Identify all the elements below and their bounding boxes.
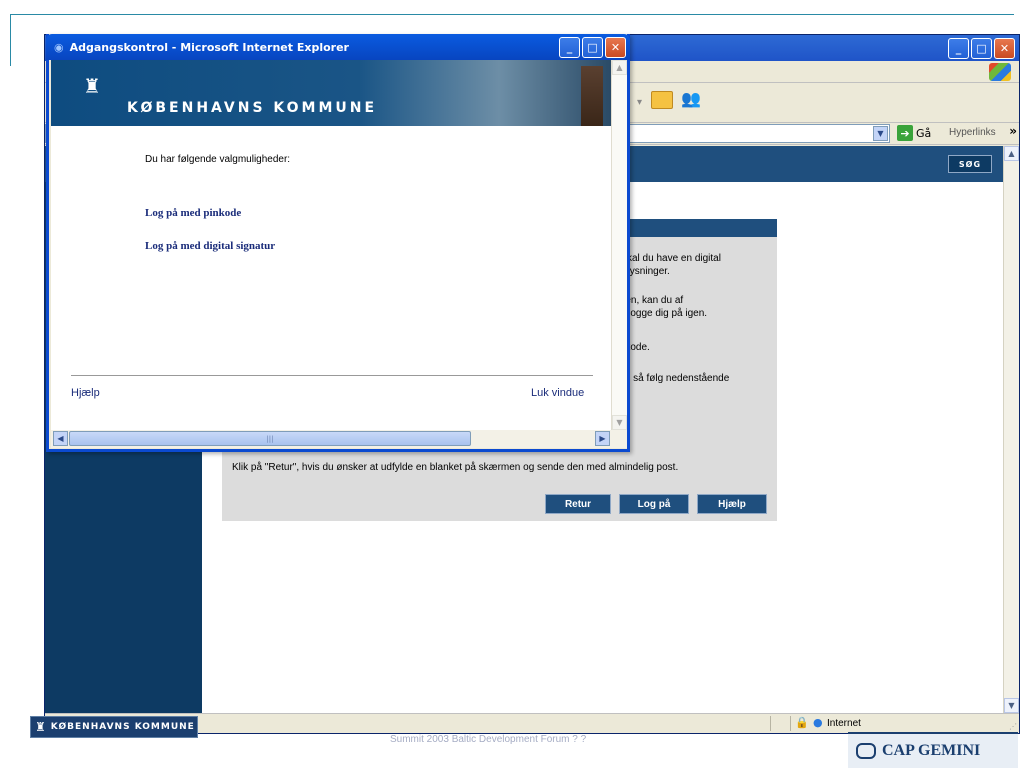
ie-icon: ◉ (54, 40, 64, 54)
panel-text-6: e, så følg nedenstående (622, 373, 730, 384)
go-arrow-icon: ➔ (897, 125, 913, 141)
hyperlinks-toolbar[interactable]: Hyperlinks (949, 127, 996, 138)
maximize-icon[interactable]: □ (971, 38, 992, 59)
scroll-down-icon[interactable]: ▼ (1004, 698, 1019, 713)
status-divider (790, 716, 791, 731)
access-control-popup: ◉ Adgangskontrol - Microsoft Internet Ex… (46, 34, 630, 452)
bg-window-controls: _ □ ✕ (948, 38, 1015, 59)
chevron-down-icon[interactable]: ▼ (873, 126, 888, 141)
popup-title: Adgangskontrol - Microsoft Internet Expl… (69, 40, 349, 54)
retur-button[interactable]: Retur (545, 494, 611, 514)
lock-icon: 🔒 (795, 716, 809, 729)
capgemini-mark-icon (856, 743, 876, 759)
globe-icon: ● (813, 716, 823, 729)
help-link[interactable]: Hjælp (71, 387, 100, 399)
retur-instruction: Klik på "Retur", hvis du ønsker at udfyl… (232, 462, 679, 473)
footer-logo-text: KØBENHAVNS KOMMUNE (50, 722, 195, 732)
chevron-more-icon[interactable]: » (1009, 124, 1017, 138)
capgemini-text: CAP GEMINI (882, 742, 981, 759)
footer-center-text: Summit 2003 Baltic Development Forum ? ? (390, 734, 587, 745)
search-button[interactable]: SØG (948, 155, 992, 173)
scroll-left-icon[interactable]: ◀ (53, 431, 68, 446)
footer-kk-logo: ♜ KØBENHAVNS KOMMUNE (30, 716, 198, 738)
footer-capgemini-logo: CAP GEMINI (848, 732, 1018, 768)
bg-vertical-scrollbar[interactable]: ▲ ▼ (1003, 146, 1019, 713)
minimize-icon[interactable]: _ (948, 38, 969, 59)
minimize-icon[interactable]: _ (559, 37, 580, 58)
scroll-thumb[interactable]: ||| (69, 431, 471, 446)
toolbar-dropdown-icon[interactable]: ▾ (637, 97, 642, 108)
slide-frame-left (10, 14, 11, 66)
security-zone: Internet (827, 718, 861, 729)
slide-frame-top (10, 14, 1014, 15)
kk-crest-icon: ♜ (35, 720, 47, 734)
popup-horizontal-scrollbar[interactable]: ◀ ||| ▶ (51, 430, 627, 448)
maximize-icon[interactable]: □ (582, 37, 603, 58)
panel-text-3: ren, kan du af (622, 295, 684, 306)
popup-vertical-scrollbar[interactable]: ▲ ▼ (611, 60, 627, 430)
scroll-down-icon[interactable]: ▼ (612, 415, 627, 430)
scroll-up-icon[interactable]: ▲ (1004, 146, 1019, 161)
options-intro: Du har følgende valgmuligheder: (145, 154, 291, 165)
login-digital-signature-link[interactable]: Log på med digital signatur (145, 240, 275, 252)
popup-page: ♜ KØBENHAVNS KOMMUNE Du har følgende val… (51, 60, 611, 430)
go-label: Gå (916, 126, 932, 140)
banner-title: KØBENHAVNS KOMMUNE (127, 100, 378, 116)
go-button[interactable]: ➔ Gå (897, 125, 931, 141)
help-button[interactable]: Hjælp (697, 494, 767, 514)
kk-crest-icon: ♜ (83, 74, 101, 98)
close-icon[interactable]: ✕ (994, 38, 1015, 59)
popup-titlebar[interactable]: ◉ Adgangskontrol - Microsoft Internet Ex… (46, 34, 630, 60)
kk-banner: ♜ KØBENHAVNS KOMMUNE (51, 60, 611, 126)
login-button[interactable]: Log på (619, 494, 689, 514)
folders-icon[interactable] (651, 91, 673, 109)
scroll-right-icon[interactable]: ▶ (595, 431, 610, 446)
login-pincode-link[interactable]: Log på med pinkode (145, 207, 241, 219)
status-divider (770, 716, 771, 731)
close-window-link[interactable]: Luk vindue (531, 387, 584, 399)
popup-window-controls: _ □ ✕ (559, 37, 626, 58)
panel-text-4: r logge dig på igen. (622, 308, 708, 319)
messenger-icon[interactable]: 👥 (681, 89, 701, 108)
panel-text-1: skal du have en digital (622, 253, 721, 264)
tower-image (581, 66, 603, 126)
windows-logo-icon (989, 63, 1011, 81)
close-icon[interactable]: ✕ (605, 37, 626, 58)
divider (71, 375, 593, 376)
resize-grip-icon[interactable]: ⋰ (1009, 722, 1017, 731)
scroll-up-icon[interactable]: ▲ (612, 60, 627, 75)
